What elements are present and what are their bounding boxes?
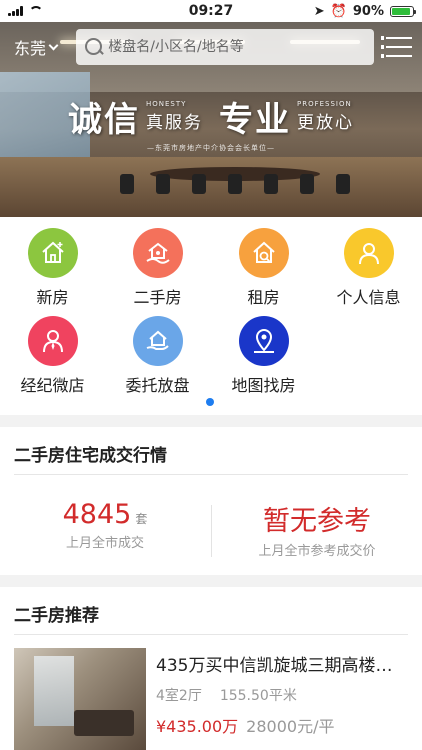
city-selector[interactable]: 东莞 [14,35,76,59]
chevron-down-icon [48,40,59,50]
alarm-icon: ⏰ [330,3,347,19]
deals-caption: 上月全市成交 [65,536,144,551]
agent-icon [27,316,78,366]
quick-menu: 新房 二手房 租房 个人信息 经纪微店 委托放盘 地图找房 [0,217,422,415]
menu-label: 新房 [36,288,69,307]
menu-item-map-search[interactable]: 地图找房 [211,316,316,396]
listing-title: 435万买中信凯旋城三期高楼层... [156,656,408,676]
top-bar: 东莞 [0,29,422,65]
slogan-honesty-cn: 真服务 [146,113,203,133]
transactions-title: 二手房住宅成交行情 [14,446,167,466]
search-bar[interactable] [76,29,374,65]
recommend-title: 二手房推荐 [14,606,99,626]
rent-icon [238,228,289,278]
recommend-section: 二手房推荐 435万买中信凯旋城三期高楼层... 4室2厅 155.50平米 ¥… [0,587,422,750]
second-hand-house-icon [132,228,183,278]
consign-icon [132,316,183,366]
slogan-honesty: 诚信 [68,100,140,140]
search-icon [84,37,103,57]
reference-price-caption: 上月全市参考成交价 [258,544,376,559]
page-indicator-dot[interactable] [206,398,214,406]
menu-label: 二手房 [133,288,182,307]
battery-icon [390,5,416,17]
signal-icon [8,6,23,16]
slogan-profession-en: PROFESSION [297,100,352,108]
status-bar: 09:27 ➤ ⏰ 90% [0,0,422,22]
divider [14,634,408,635]
banner-chairs [120,174,350,194]
menu-label: 经纪微店 [20,376,85,395]
divider [14,474,408,475]
wifi-icon [29,6,43,16]
menu-label: 个人信息 [336,288,401,307]
slogan-honesty-en: HONESTY [146,100,187,108]
listing-total-price: ¥435.00万 [156,717,239,736]
battery-level [392,7,410,15]
menu-item-rent[interactable]: 租房 [211,228,316,308]
menu-item-consign[interactable]: 委托放盘 [105,316,210,396]
menu-label: 地图找房 [231,376,296,395]
city-label: 东莞 [14,39,47,58]
deals-unit: 套 [135,512,148,526]
status-time: 09:27 [188,3,234,19]
transactions-section: 二手房住宅成交行情 4845 套 上月全市成交 暂无参考 上月全市参考成交价 [0,427,422,575]
listing-photo [14,648,146,750]
listing-layout: 4室2厅 [156,688,202,704]
location-arrow-icon: ➤ [313,3,325,19]
battery-percent: 90% [352,3,384,19]
monthly-deals-stat[interactable]: 4845 套 上月全市成交 [0,499,210,551]
deals-count: 4845 [62,499,132,530]
menu-item-second-hand[interactable]: 二手房 [105,228,210,308]
slogan-subtitle: —东莞市房地产中介协会会长单位— [147,144,275,152]
listing-unit-price: 28000元/平 [246,717,335,736]
menu-item-profile[interactable]: 个人信息 [316,228,421,308]
banner-slogan: 诚信 HONESTY 真服务 专业 PROFESSION 更放心 —东莞市房地产… [0,92,422,153]
search-input[interactable] [108,39,366,55]
slogan-profession: 专业 [219,100,291,140]
listing-area: 155.50平米 [219,688,297,704]
menu-item-new-house[interactable]: 新房 [0,228,105,308]
menu-item-agent-shop[interactable]: 经纪微店 [0,316,105,396]
menu-label: 委托放盘 [125,376,190,395]
menu-label: 租房 [247,288,280,307]
menu-icon[interactable] [381,36,412,58]
list-item[interactable]: 435万买中信凯旋城三期高楼层... 4室2厅 155.50平米 ¥435.00… [14,648,408,750]
reference-price: 暂无参考 [263,506,371,537]
new-house-icon [27,228,78,278]
map-pin-icon [238,316,289,366]
reference-price-stat[interactable]: 暂无参考 上月全市参考成交价 [212,499,422,559]
person-icon [343,228,394,278]
slogan-profession-cn: 更放心 [297,113,354,133]
